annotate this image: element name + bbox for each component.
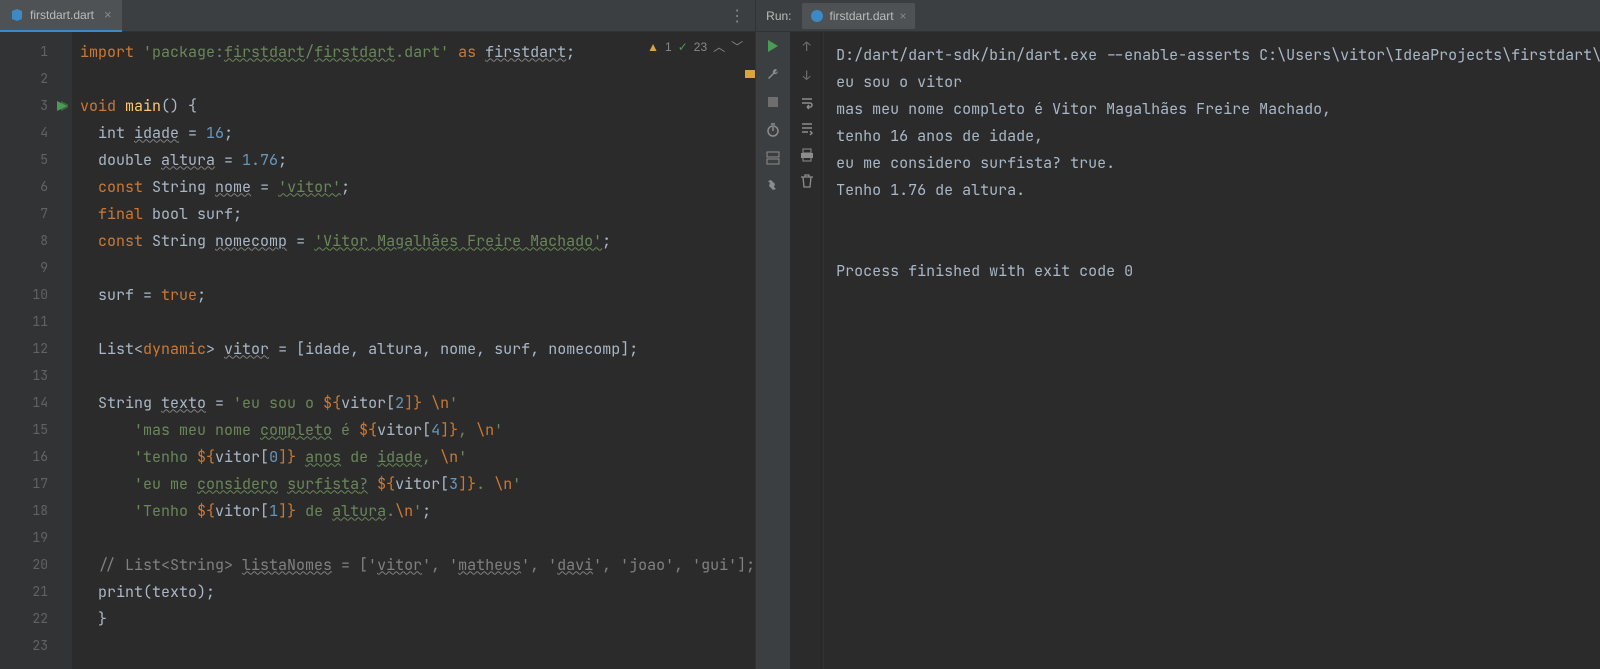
run-toolbar-secondary: ↑ ↓ (790, 32, 824, 669)
console-line: D:/dart/dart-sdk/bin/dart.exe --enable-a… (836, 45, 1600, 65)
warn-count: 1 (665, 40, 672, 54)
run-header: Run: firstdart.dart × — (756, 0, 1600, 32)
run-line-icon[interactable] (56, 100, 68, 112)
tab-filename: firstdart.dart (30, 8, 94, 22)
run-label: Run: (766, 9, 791, 23)
editor-panel: firstdart.dart × ⋮ 1 2 3 4 5 6 7 8 9 10 … (0, 0, 756, 669)
up-icon[interactable]: ↑ (803, 38, 811, 55)
dart-file-icon (10, 8, 24, 22)
run-panel: Run: firstdart.dart × — ↑ ↓ (756, 0, 1600, 669)
chevron-up-icon[interactable]: ︿ (713, 38, 725, 55)
rerun-icon[interactable] (765, 38, 781, 54)
line-number: 3 (40, 97, 48, 114)
soft-wrap-icon[interactable] (800, 96, 814, 110)
down-icon[interactable]: ↓ (803, 67, 811, 84)
line-number: 9 (40, 259, 48, 276)
layout-icon[interactable] (765, 150, 781, 166)
close-icon[interactable]: × (900, 9, 907, 23)
console-line: eu me considero surfista? true. (836, 153, 1124, 173)
scroll-end-icon[interactable] (800, 122, 814, 136)
editor-body: 1 2 3 4 5 6 7 8 9 10 11 12 13 14 15 16 1… (0, 32, 755, 669)
inspection-hints[interactable]: ▲ 1 ✓ 23 ︿ ﹀ (647, 38, 743, 55)
trash-icon[interactable] (800, 174, 814, 188)
pin-icon[interactable] (765, 178, 781, 194)
code-area[interactable]: ▲1 ✓23 ︿ ﹀ import 'package:firstdart/fir… (72, 32, 755, 669)
line-number: 22 (32, 610, 48, 627)
line-number: 4 (40, 124, 48, 141)
close-icon[interactable]: × (104, 7, 112, 22)
line-number: 13 (32, 367, 48, 384)
line-number: 16 (32, 448, 48, 465)
line-number: 18 (32, 502, 48, 519)
chevron-down-icon[interactable]: ﹀ (731, 38, 743, 55)
line-number: 2 (40, 70, 48, 87)
line-number: 17 (32, 475, 48, 492)
print-icon[interactable] (800, 148, 814, 162)
wrench-icon[interactable] (765, 66, 781, 82)
stopwatch-icon[interactable] (765, 122, 781, 138)
run-tab[interactable]: firstdart.dart × (802, 3, 915, 29)
line-number: 10 (32, 286, 48, 303)
line-number: 19 (32, 529, 48, 546)
line-number: 23 (32, 637, 48, 654)
line-number: 11 (32, 313, 48, 330)
warning-icon: ▲ (647, 40, 659, 54)
gutter: 1 2 3 4 5 6 7 8 9 10 11 12 13 14 15 16 1… (0, 32, 72, 669)
line-number: 20 (32, 556, 48, 573)
tabs-menu-icon[interactable]: ⋮ (719, 5, 755, 26)
scrollbar-marker (745, 70, 755, 78)
run-body: ↑ ↓ D:/dart/dart-sdk/bin/dart.exe --enab… (756, 32, 1600, 669)
line-number: 21 (32, 583, 48, 600)
line-number: 8 (40, 232, 48, 249)
run-toolbar-primary (756, 32, 790, 669)
run-tab-name: firstdart.dart (830, 9, 894, 23)
console-line: tenho 16 anos de idade, (836, 126, 1052, 146)
line-number: 5 (40, 151, 48, 168)
check-icon: ✓ (678, 40, 688, 54)
line-number: 7 (40, 205, 48, 222)
line-number: 12 (32, 340, 48, 357)
dart-run-icon (810, 9, 824, 23)
line-number: 6 (40, 178, 48, 195)
console-line: mas meu nome completo é Vitor Magalhães … (836, 99, 1340, 119)
console-line: eu sou o vitor (836, 72, 971, 92)
stop-icon[interactable] (765, 94, 781, 110)
editor-tab[interactable]: firstdart.dart × (0, 0, 122, 32)
console-output[interactable]: D:/dart/dart-sdk/bin/dart.exe --enable-a… (824, 32, 1600, 669)
console-line: Process finished with exit code 0 (836, 261, 1133, 281)
editor-tabs: firstdart.dart × ⋮ (0, 0, 755, 32)
console-line: Tenho 1.76 de altura. (836, 180, 1025, 200)
line-number: 14 (32, 394, 48, 411)
ok-count: 23 (694, 40, 707, 54)
line-number: 1 (40, 43, 48, 60)
line-number: 15 (32, 421, 48, 438)
